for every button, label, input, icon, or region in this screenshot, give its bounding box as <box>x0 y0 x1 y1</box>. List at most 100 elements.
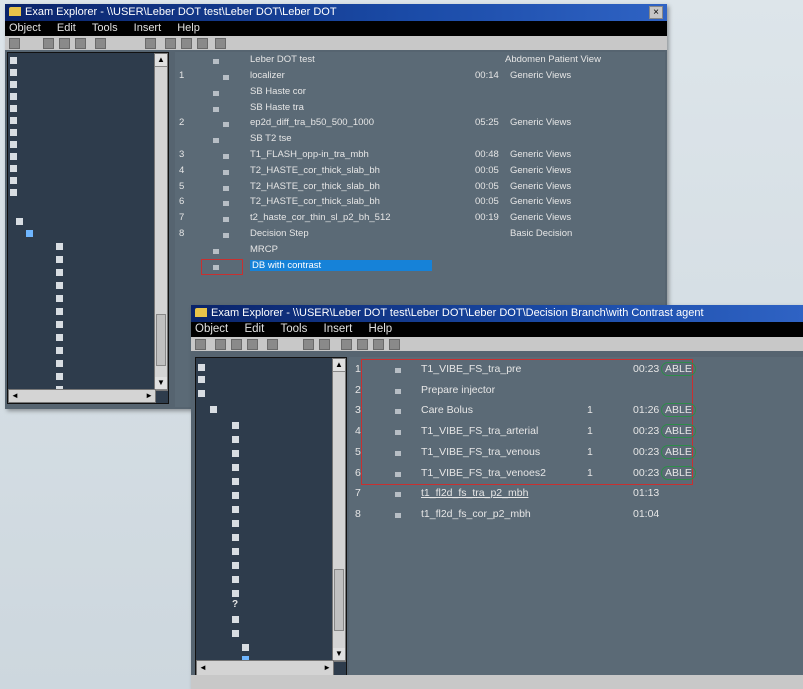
table-row[interactable]: 7 t1_fl2d_fs_tra_p2_mbh 01:13 <box>349 487 803 503</box>
menu-help[interactable]: Help <box>369 323 393 335</box>
toolbar-icon[interactable] <box>389 339 400 350</box>
menu-help[interactable]: Help <box>177 22 200 34</box>
toolbar-icon[interactable] <box>215 38 226 49</box>
tree-node-icon[interactable] <box>10 69 17 76</box>
toolbar-icon[interactable] <box>95 38 106 49</box>
table-row[interactable]: 2 Prepare injector <box>349 384 803 400</box>
tree-node-icon[interactable] <box>232 534 239 541</box>
title-bar[interactable]: Exam Explorer - \\USER\Leber DOT test\Le… <box>5 4 667 21</box>
tree-node-selected-icon[interactable] <box>26 230 33 237</box>
tree-node-icon[interactable] <box>56 243 63 250</box>
toolbar-icon[interactable] <box>319 339 330 350</box>
tree-node-icon[interactable] <box>56 256 63 263</box>
toolbar-icon[interactable] <box>247 339 258 350</box>
table-row[interactable]: 6 T2_HASTE_cor_thick_slab_bh 00:05 Generic … <box>175 196 665 212</box>
tree-node-icon[interactable] <box>232 576 239 583</box>
tree-node-icon[interactable] <box>198 364 205 371</box>
table-row[interactable]: 2 ep2d_diff_tra_b50_500_1000 05:25 Generic … <box>175 117 665 133</box>
tree-node-icon[interactable] <box>232 520 239 527</box>
scroll-right-button[interactable]: ► <box>323 661 331 675</box>
tree-node-icon[interactable] <box>232 506 239 513</box>
toolbar-icon[interactable] <box>165 38 176 49</box>
tree-node-icon[interactable] <box>232 464 239 471</box>
tree-node-icon[interactable] <box>242 644 249 651</box>
tree-node-icon[interactable] <box>56 373 63 380</box>
table-row[interactable]: SB Haste tra <box>175 102 665 118</box>
table-row[interactable]: 4 T2_HASTE_cor_thick_slab_bh 00:05 Generic … <box>175 165 665 181</box>
list-header-row[interactable]: Leber DOT test Abdomen Patient View <box>175 54 665 70</box>
tree-node-icon[interactable] <box>10 129 17 136</box>
tree-node-icon[interactable] <box>232 492 239 499</box>
scroll-left-button[interactable]: ◄ <box>199 661 207 675</box>
scroll-down-button[interactable]: ▼ <box>155 377 167 390</box>
toolbar-icon[interactable] <box>195 339 206 350</box>
toolbar-icon[interactable] <box>303 339 314 350</box>
table-row[interactable]: SB T2 tse <box>175 133 665 149</box>
tree-vertical-scrollbar[interactable]: ▲ ▼ <box>154 53 168 391</box>
tree-node-icon[interactable] <box>56 334 63 341</box>
tree-node-icon[interactable] <box>232 548 239 555</box>
toolbar-icon[interactable] <box>231 339 242 350</box>
tree-node-icon[interactable] <box>16 218 23 225</box>
toolbar-icon[interactable] <box>43 38 54 49</box>
menu-object[interactable]: Object <box>9 22 41 34</box>
toolbar-icon[interactable] <box>267 339 278 350</box>
table-row[interactable]: 8 Decision Step Basic Decision <box>175 228 665 244</box>
tree-node-icon[interactable] <box>56 321 63 328</box>
tree-pane[interactable]: ? ▲ ▼ ◄ ► <box>195 357 347 677</box>
tree-node-icon[interactable] <box>56 360 63 367</box>
table-row[interactable]: 7 t2_haste_cor_thin_sl_p2_bh_512 00:19 Gene… <box>175 212 665 228</box>
tree-vertical-scrollbar[interactable]: ▲ ▼ <box>332 358 346 662</box>
toolbar-icon[interactable] <box>197 38 208 49</box>
menu-edit[interactable]: Edit <box>244 323 264 335</box>
scroll-right-button[interactable]: ► <box>145 390 153 402</box>
close-button[interactable]: × <box>649 6 663 19</box>
tree-node-icon[interactable] <box>198 390 205 397</box>
table-row[interactable]: 4 T1_VIBE_FS_tra_arterial 1 00:23 ABLE <box>349 424 803 441</box>
tree-node-icon[interactable] <box>10 141 17 148</box>
tree-node-icon[interactable] <box>232 630 239 637</box>
tree-node-icon[interactable] <box>10 57 17 64</box>
tree-node-icon[interactable] <box>10 117 17 124</box>
tree-node-icon[interactable] <box>232 450 239 457</box>
toolbar-icon[interactable] <box>215 339 226 350</box>
table-row[interactable]: 8 t1_fl2d_fs_cor_p2_mbh 01:04 <box>349 508 803 524</box>
tree-node-icon[interactable] <box>56 282 63 289</box>
toolbar-icon[interactable] <box>75 38 86 49</box>
tree-node-icon[interactable] <box>10 153 17 160</box>
table-row[interactable]: 5 T2_HASTE_cor_thick_slab_bh 00:05 Generic … <box>175 181 665 197</box>
menu-insert[interactable]: Insert <box>134 22 162 34</box>
scroll-up-button[interactable]: ▲ <box>155 54 167 67</box>
menu-insert[interactable]: Insert <box>324 323 353 335</box>
scroll-thumb[interactable] <box>156 314 166 366</box>
table-row[interactable]: DB with contrast <box>175 258 665 276</box>
tree-node-icon[interactable] <box>56 347 63 354</box>
tree-node-icon[interactable] <box>56 269 63 276</box>
tree-node-icon[interactable] <box>10 105 17 112</box>
table-row[interactable]: 3 Care Bolus 1 01:26 ABLE <box>349 403 803 420</box>
tree-node-icon[interactable] <box>10 165 17 172</box>
menu-edit[interactable]: Edit <box>57 22 76 34</box>
tree-node-icon[interactable] <box>232 590 239 597</box>
tree-node-icon[interactable] <box>56 308 63 315</box>
table-row[interactable]: MRCP <box>175 244 665 260</box>
tree-node-icon[interactable] <box>232 422 239 429</box>
menu-tools[interactable]: Tools <box>92 22 118 34</box>
tree-node-icon[interactable] <box>10 177 17 184</box>
toolbar-icon[interactable] <box>341 339 352 350</box>
scroll-up-button[interactable]: ▲ <box>333 359 345 372</box>
table-row[interactable]: 1 T1_VIBE_FS_tra_pre 00:23 ABLE <box>349 362 803 379</box>
tree-node-icon[interactable] <box>198 376 205 383</box>
scroll-down-button[interactable]: ▼ <box>333 648 345 661</box>
tree-pane[interactable]: ▲ ▼ ◄ ► <box>7 52 169 404</box>
title-bar[interactable]: Exam Explorer - \\USER\Leber DOT test\Le… <box>191 305 803 322</box>
tree-node-icon[interactable] <box>10 81 17 88</box>
tree-node-icon[interactable] <box>232 562 239 569</box>
toolbar-icon[interactable] <box>9 38 20 49</box>
tree-horizontal-scrollbar[interactable]: ◄ ► <box>8 389 156 403</box>
tree-node-icon[interactable] <box>10 93 17 100</box>
table-row[interactable]: 5 T1_VIBE_FS_tra_venous 1 00:23 ABLE <box>349 444 803 462</box>
scroll-thumb[interactable] <box>334 569 344 631</box>
menu-tools[interactable]: Tools <box>280 323 307 335</box>
table-row[interactable]: 6 T1_VIBE_FS_tra_venoes2 1 00:23 ABLE <box>349 465 803 483</box>
